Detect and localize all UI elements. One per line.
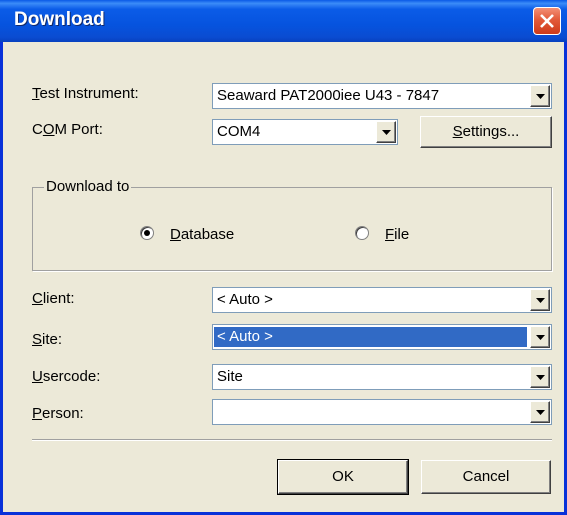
ok-button[interactable]: OK: [277, 459, 409, 495]
com-port-dropdown-button[interactable]: [376, 121, 396, 143]
test-instrument-value: Seaward PAT2000iee U43 - 7847: [217, 87, 440, 104]
client-combo[interactable]: < Auto >: [212, 287, 552, 313]
person-dropdown-button[interactable]: [530, 401, 550, 423]
com-port-value: COM4: [217, 123, 261, 140]
test-instrument-label: Test Instrument:: [32, 85, 139, 102]
client-value: < Auto >: [217, 291, 273, 308]
settings-button[interactable]: Settings...: [420, 116, 552, 148]
cancel-button[interactable]: Cancel: [421, 460, 551, 494]
file-radio[interactable]: [355, 226, 369, 240]
download-to-group: [32, 187, 552, 271]
usercode-combo[interactable]: Site: [212, 364, 552, 390]
title-bar[interactable]: Download: [0, 0, 567, 42]
site-value: < Auto >: [214, 327, 527, 347]
close-button[interactable]: [533, 7, 561, 35]
chevron-down-icon: [382, 130, 391, 135]
database-radio[interactable]: [140, 226, 154, 240]
usercode-label: Usercode:: [32, 368, 101, 385]
usercode-value: Site: [217, 368, 243, 385]
person-combo[interactable]: [212, 399, 552, 425]
file-radio-label[interactable]: File: [385, 226, 409, 243]
person-label: Person:: [32, 405, 84, 422]
test-instrument-label-rest: est Instrument:: [39, 85, 139, 102]
separator: [32, 439, 552, 441]
usercode-dropdown-button[interactable]: [530, 366, 550, 388]
chevron-down-icon: [536, 410, 545, 415]
com-port-label: COM Port:: [32, 121, 103, 138]
chevron-down-icon: [536, 335, 545, 340]
download-to-legend: Download to: [44, 178, 132, 195]
client-dropdown-button[interactable]: [530, 289, 550, 311]
window-title: Download: [14, 9, 105, 30]
database-radio-label[interactable]: Database: [170, 226, 234, 243]
site-label: Site:: [32, 331, 63, 348]
test-instrument-combo[interactable]: Seaward PAT2000iee U43 - 7847: [212, 83, 552, 109]
close-icon: [540, 14, 554, 28]
site-combo[interactable]: < Auto >: [212, 324, 552, 350]
site-dropdown-button[interactable]: [530, 326, 550, 348]
chevron-down-icon: [536, 298, 545, 303]
test-instrument-dropdown-button[interactable]: [530, 85, 550, 107]
chevron-down-icon: [536, 375, 545, 380]
client-label: Client:: [32, 290, 75, 307]
radio-selected-dot: [144, 230, 150, 236]
com-port-combo[interactable]: COM4: [212, 119, 398, 145]
chevron-down-icon: [536, 94, 545, 99]
